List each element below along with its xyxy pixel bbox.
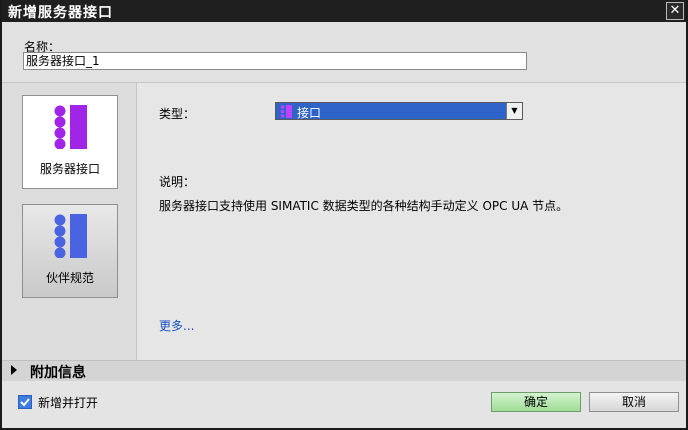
checkmark-icon	[20, 398, 30, 407]
add-and-open-checkbox[interactable]	[18, 395, 32, 409]
type-dropdown-value: 接口	[297, 106, 322, 120]
server-interface-icon	[280, 105, 292, 118]
type-dropdown[interactable]: 接口 ▼	[275, 102, 523, 120]
title-bar: 新增服务器接口 ✕	[2, 0, 686, 22]
expand-arrow-icon[interactable]	[11, 365, 17, 375]
additional-info-label: 附加信息	[30, 365, 86, 381]
type-label: 类型：	[159, 107, 196, 121]
type-tile-label: 服务器接口	[39, 162, 100, 176]
name-input[interactable]: 服务器接口_1	[23, 52, 527, 70]
additional-info-section[interactable]: 附加信息	[2, 360, 686, 382]
dialog-window: 新增服务器接口 ✕ 名称： 服务器接口_1 服务器接口 伙伴规范 类型： 接口 …	[0, 0, 688, 430]
more-link[interactable]: 更多...	[159, 317, 194, 334]
chevron-down-icon[interactable]: ▼	[506, 103, 522, 119]
description-label: 说明：	[159, 175, 196, 189]
type-tile-server-interface[interactable]: 服务器接口	[22, 95, 118, 189]
add-and-open-label: 新增并打开	[38, 396, 99, 410]
dialog-title: 新增服务器接口	[8, 5, 113, 21]
close-button[interactable]: ✕	[666, 2, 684, 20]
companion-spec-icon	[54, 214, 87, 258]
type-list: 服务器接口 伙伴规范	[2, 83, 137, 360]
ok-button[interactable]: 确定	[491, 392, 581, 412]
details-panel: 类型： 接口 ▼ 说明： 服务器接口支持使用 SIMATIC 数据类型的各种结构…	[137, 83, 686, 360]
dialog-footer: 新增并打开 确定 取消	[2, 381, 686, 428]
cancel-button[interactable]: 取消	[589, 392, 679, 412]
server-interface-icon	[54, 105, 87, 149]
type-tile-label: 伙伴规范	[45, 271, 94, 285]
name-section: 名称： 服务器接口_1	[2, 22, 686, 83]
type-tile-companion-spec[interactable]: 伙伴规范	[22, 204, 118, 298]
description-text: 服务器接口支持使用 SIMATIC 数据类型的各种结构手动定义 OPC UA 节…	[159, 199, 569, 213]
close-icon: ✕	[669, 3, 681, 18]
